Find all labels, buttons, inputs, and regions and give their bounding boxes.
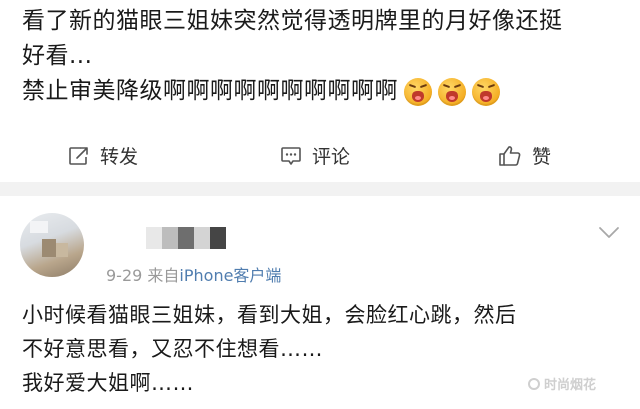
chevron-down-icon[interactable]: [598, 226, 620, 240]
emoji-row: [404, 74, 506, 109]
comment-meta: 9-29 来自iPhone客户端: [106, 262, 281, 286]
section-divider: [0, 182, 640, 196]
weibo-post: 看了新的猫眼三姐妹突然觉得透明牌里的月好像还挺 好看... 禁止审美降级啊啊啊啊…: [0, 0, 640, 182]
thumbs-up-icon: [499, 145, 521, 166]
post-text-line: 看了新的猫眼三姐妹突然觉得透明牌里的月好像还挺: [22, 8, 563, 34]
like-label: 赞: [532, 146, 552, 168]
repost-label: 转发: [100, 146, 139, 168]
comment-text-line: 不好意思看，又忍不住想看……: [22, 337, 323, 361]
repost-icon: [69, 146, 88, 165]
comment-icon: [281, 146, 301, 165]
comment-date: 9-29: [106, 266, 143, 285]
post-text-line: 好看...: [22, 43, 93, 69]
post-text: 看了新的猫眼三姐妹突然觉得透明牌里的月好像还挺 好看... 禁止审美降级啊啊啊啊…: [22, 4, 622, 109]
comment-text-line: 小时候看猫眼三姐妹，看到大姐，会脸红心跳，然后: [22, 303, 517, 327]
username-mosaic[interactable]: [146, 227, 226, 249]
comment-source-prefix: 来自: [147, 266, 180, 285]
watermark: 时尚烟花: [528, 374, 596, 393]
crying-face-icon: [404, 77, 432, 106]
post-text-line-content: 禁止审美降级啊啊啊啊啊啊啊啊啊啊: [22, 78, 398, 104]
watermark-logo-icon: [528, 377, 540, 390]
post-action-bar: 转发 评论 赞: [0, 132, 640, 178]
watermark-text: 时尚烟花: [544, 378, 597, 393]
avatar[interactable]: [20, 213, 84, 277]
comment-button[interactable]: 评论: [280, 142, 350, 169]
comment-label: 评论: [312, 146, 351, 168]
repost-button[interactable]: 转发: [68, 142, 138, 169]
crying-face-icon: [438, 77, 466, 106]
post-text-line: 禁止审美降级啊啊啊啊啊啊啊啊啊啊: [22, 74, 622, 109]
crying-face-icon: [472, 77, 500, 106]
like-button[interactable]: 赞: [498, 142, 551, 169]
comment-source-link[interactable]: iPhone客户端: [179, 266, 281, 285]
